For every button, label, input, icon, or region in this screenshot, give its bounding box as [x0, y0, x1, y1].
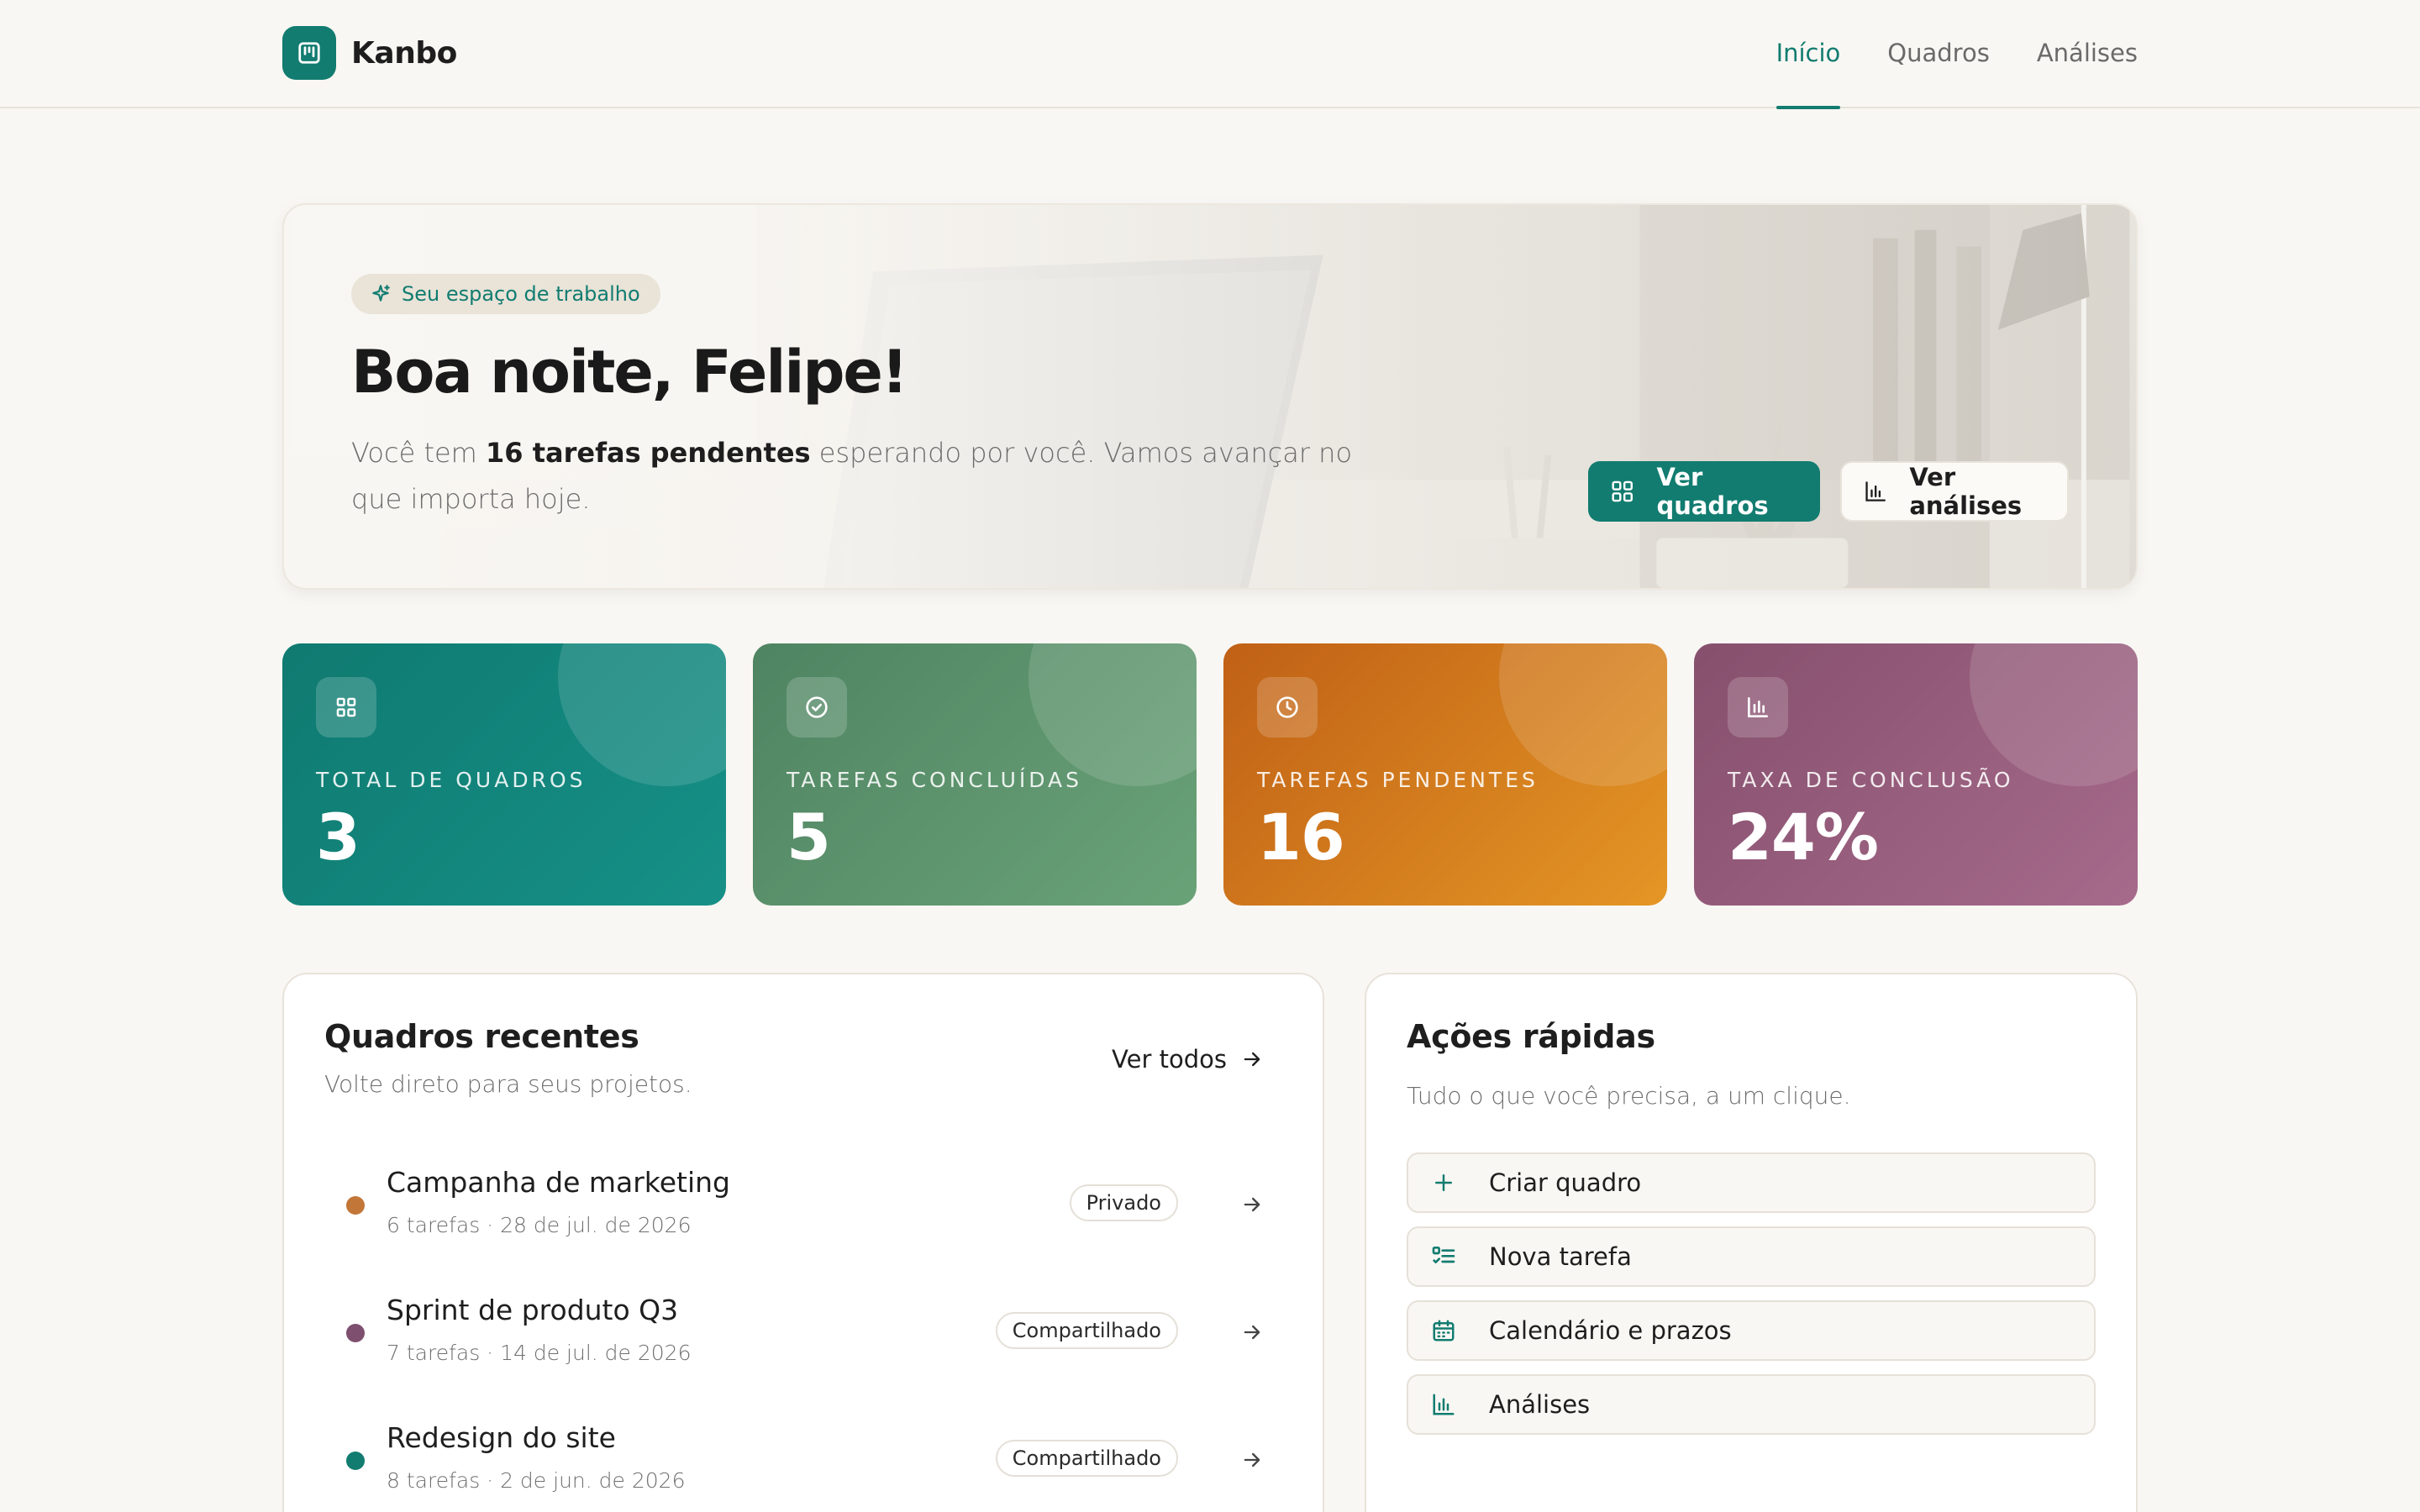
hero-banner: Seu espaço de trabalho Boa noite, Felipe… — [282, 203, 2138, 590]
quick-actions-subtitle: Tudo o que você precisa, a um clique. — [1407, 1082, 1851, 1110]
workspace-badge-label: Seu espaço de trabalho — [402, 282, 640, 306]
board-meta: 8 tarefas · 2 de jun. de 2026 — [387, 1468, 686, 1493]
stat-card-pending-tasks: TAREFAS PENDENTES 16 — [1223, 643, 1667, 906]
calendar-deadlines-label: Calendário e prazos — [1489, 1316, 1732, 1345]
arrow-right-icon[interactable] — [1240, 1320, 1264, 1344]
app-name: Kanbo — [351, 35, 457, 71]
checklist-icon — [1427, 1243, 1460, 1270]
decor-circle — [558, 643, 726, 786]
board-row[interactable]: Sprint de produto Q3 7 tarefas · 14 de j… — [324, 1294, 1286, 1386]
analytics-button[interactable]: Análises — [1407, 1374, 2096, 1435]
subtitle-prefix: Você tem — [351, 437, 487, 469]
check-circle-icon — [786, 677, 847, 738]
calendar-icon — [1427, 1318, 1460, 1343]
nav-quadros[interactable]: Quadros — [1887, 0, 1990, 108]
workspace-badge: Seu espaço de trabalho — [351, 274, 660, 314]
stat-value: 16 — [1257, 800, 1345, 874]
recent-boards-subtitle: Volte direto para seus projetos. — [324, 1070, 692, 1098]
stat-label: TAREFAS PENDENTES — [1257, 768, 1539, 792]
stat-label: TOTAL DE QUADROS — [316, 768, 587, 792]
board-name: Sprint de produto Q3 — [387, 1294, 679, 1326]
board-name: Redesign do site — [387, 1421, 616, 1454]
create-board-button[interactable]: Criar quadro — [1407, 1152, 2096, 1213]
board-meta: 7 tarefas · 14 de jul. de 2026 — [387, 1341, 692, 1365]
top-header: Kanbo Início Quadros Análises — [0, 0, 2420, 109]
view-boards-label: Ver quadros — [1656, 463, 1769, 520]
new-task-label: Nova tarefa — [1489, 1242, 1632, 1271]
grid-icon — [316, 677, 376, 738]
board-row[interactable]: Redesign do site 8 tarefas · 2 de jun. d… — [324, 1421, 1286, 1512]
arrow-right-icon — [1244, 1052, 1260, 1067]
stat-value: 5 — [786, 800, 831, 874]
greeting-subtitle: Você tem 16 tarefas pendentes esperando … — [351, 430, 1360, 522]
see-all-label: Ver todos — [1112, 1045, 1227, 1074]
app-logo[interactable]: Kanbo — [282, 26, 457, 80]
recent-boards-title: Quadros recentes — [324, 1018, 639, 1055]
pending-count-text: 16 tarefas pendentes — [486, 437, 811, 469]
board-row[interactable]: Campanha de marketing 6 tarefas · 28 de … — [324, 1166, 1286, 1258]
bar-chart-icon — [1427, 1392, 1460, 1417]
grid-icon — [1612, 480, 1633, 502]
greeting-title: Boa noite, Felipe! — [351, 338, 908, 407]
board-name: Campanha de marketing — [387, 1166, 731, 1199]
stat-label: TAXA DE CONCLUSÃO — [1728, 768, 2014, 792]
board-color-dot — [346, 1196, 365, 1215]
decor-circle — [1028, 643, 1197, 786]
stat-card-completed-tasks: TAREFAS CONCLUÍDAS 5 — [753, 643, 1197, 906]
bar-chart-icon — [1865, 481, 1886, 501]
arrow-right-icon[interactable] — [1240, 1448, 1264, 1472]
create-board-label: Criar quadro — [1489, 1168, 1642, 1197]
quick-actions-panel: Ações rápidas Tudo o que você precisa, a… — [1365, 973, 2138, 1512]
stat-value: 24% — [1728, 800, 1879, 874]
visibility-badge: Privado — [1069, 1184, 1178, 1221]
analytics-label: Análises — [1489, 1390, 1591, 1419]
decor-circle — [1970, 643, 2138, 786]
new-task-button[interactable]: Nova tarefa — [1407, 1226, 2096, 1287]
stat-card-total-boards: TOTAL DE QUADROS 3 — [282, 643, 726, 906]
kanban-logo-icon — [282, 26, 336, 80]
view-boards-button[interactable]: Ver quadros — [1588, 461, 1820, 522]
plus-icon — [1427, 1170, 1460, 1195]
sparkle-icon — [372, 285, 390, 302]
stat-label: TAREFAS CONCLUÍDAS — [786, 768, 1083, 792]
calendar-deadlines-button[interactable]: Calendário e prazos — [1407, 1300, 2096, 1361]
main-nav: Início Quadros Análises — [1729, 0, 2138, 109]
nav-inicio[interactable]: Início — [1776, 0, 1840, 109]
visibility-badge: Compartilhado — [995, 1440, 1178, 1477]
visibility-badge: Compartilhado — [995, 1312, 1178, 1349]
stat-card-completion-rate: TAXA DE CONCLUSÃO 24% — [1694, 643, 2138, 906]
arrow-right-icon[interactable] — [1240, 1193, 1264, 1216]
board-meta: 6 tarefas · 28 de jul. de 2026 — [387, 1213, 692, 1237]
board-color-dot — [346, 1452, 365, 1470]
stat-value: 3 — [316, 800, 360, 874]
nav-analises[interactable]: Análises — [2037, 0, 2138, 108]
quick-actions-title: Ações rápidas — [1407, 1018, 1655, 1055]
view-analytics-label: Ver análises — [1909, 463, 2023, 520]
decor-circle — [1499, 643, 1667, 786]
see-all-link[interactable]: Ver todos — [1112, 1045, 1264, 1074]
bar-chart-icon — [1728, 677, 1788, 738]
view-analytics-button[interactable]: Ver análises — [1840, 461, 2069, 522]
clock-icon — [1257, 677, 1318, 738]
recent-boards-panel: Quadros recentes Volte direto para seus … — [282, 973, 1324, 1512]
board-color-dot — [346, 1324, 365, 1342]
